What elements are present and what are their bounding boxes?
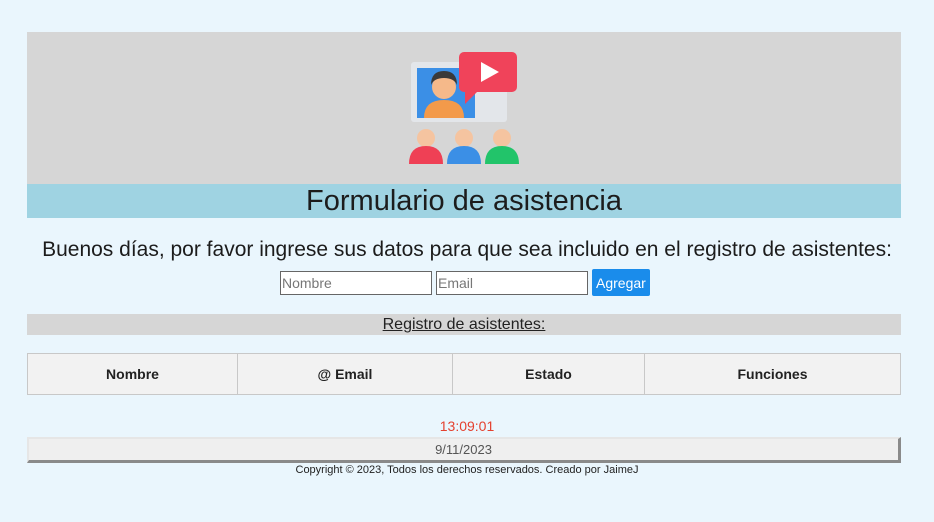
- header-banner: [27, 32, 901, 184]
- column-header-actions: Funciones: [644, 353, 901, 395]
- table-header-row: Nombre @ Email Estado Funciones: [27, 353, 901, 395]
- column-header-status: Estado: [452, 353, 645, 395]
- add-button[interactable]: Agregar: [592, 269, 650, 296]
- email-input[interactable]: [436, 270, 588, 295]
- clock-time: 13:09:01: [439, 418, 495, 434]
- footer-copyright: Copyright © 2023, Todos los derechos res…: [295, 464, 639, 476]
- column-header-name: Nombre: [27, 353, 238, 395]
- page: Formulario de asistencia Buenos días, po…: [0, 0, 934, 522]
- column-header-email: @ Email: [237, 353, 453, 395]
- registry-heading-text: Registro de asistentes:: [382, 316, 546, 333]
- name-input[interactable]: [280, 270, 432, 295]
- date-display: 9/11/2023: [27, 437, 901, 463]
- attendee-form: Agregar: [280, 269, 650, 296]
- attendees-table: Nombre @ Email Estado Funciones: [27, 353, 901, 395]
- greeting-text: Buenos días, por favor ingrese sus datos…: [42, 238, 892, 261]
- video-conference-icon: [409, 52, 519, 164]
- registry-heading: Registro de asistentes:: [27, 314, 901, 335]
- page-title: Formulario de asistencia: [27, 184, 901, 218]
